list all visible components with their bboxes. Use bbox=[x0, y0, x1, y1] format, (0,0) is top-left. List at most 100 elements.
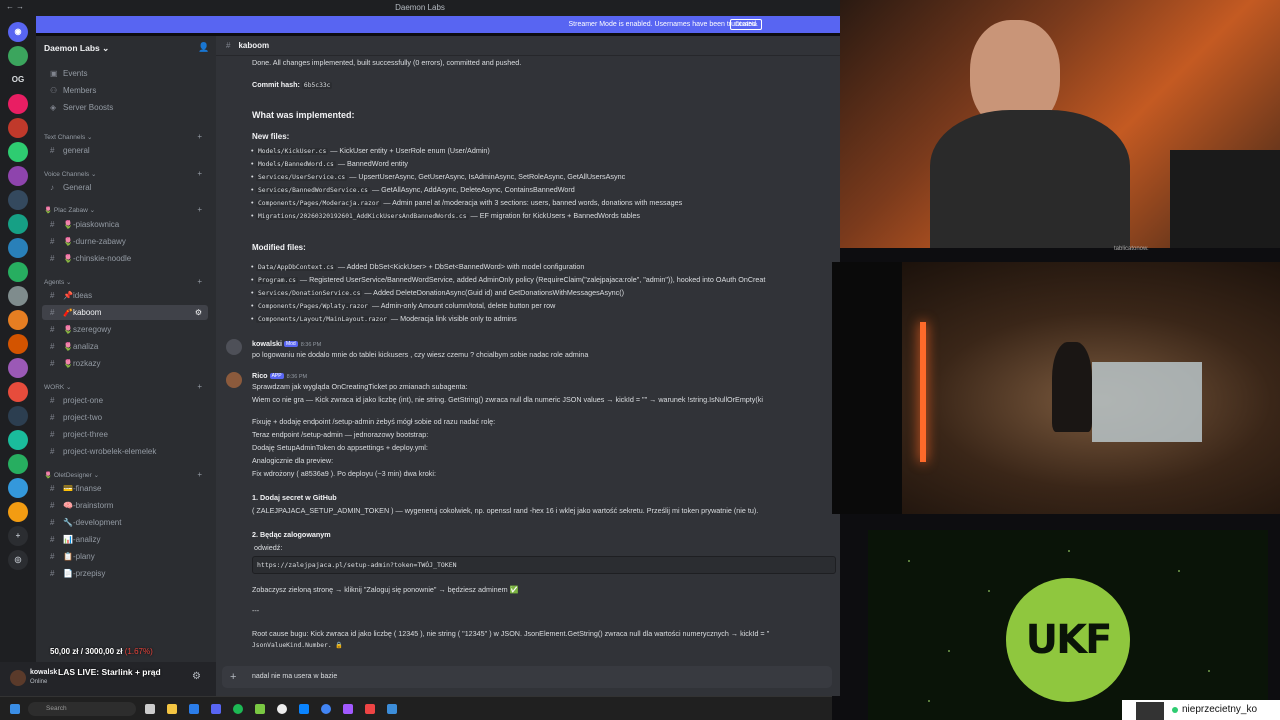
server-icon[interactable] bbox=[8, 118, 28, 138]
channel-project-two[interactable]: # project-two bbox=[42, 410, 208, 425]
channel-kaboom[interactable]: # 🧨kaboom ⚙ bbox=[42, 305, 208, 320]
task-view-icon[interactable] bbox=[145, 704, 155, 714]
avatar[interactable] bbox=[226, 372, 242, 388]
app-icon[interactable] bbox=[299, 704, 309, 714]
channel-project-three[interactable]: # project-three bbox=[42, 427, 208, 442]
code-block-url[interactable]: https://zalejpajaca.pl/setup-admin?token… bbox=[252, 556, 836, 574]
channel-rozkazy[interactable]: # 🌷rozkazy bbox=[42, 356, 208, 371]
door-frame bbox=[832, 262, 902, 514]
channel-finanse[interactable]: # 💳-finanse bbox=[42, 481, 208, 496]
add-channel-icon[interactable]: + bbox=[197, 470, 202, 479]
gear-icon[interactable]: ⚙ bbox=[195, 305, 202, 320]
add-channel-icon[interactable]: + bbox=[197, 277, 202, 286]
server-icon[interactable] bbox=[8, 430, 28, 450]
file-explorer-icon[interactable] bbox=[167, 704, 177, 714]
add-channel-icon[interactable]: + bbox=[197, 205, 202, 214]
channel-piaskownica[interactable]: # 🌷-piaskownica bbox=[42, 217, 208, 232]
windows-start-icon[interactable] bbox=[10, 704, 20, 714]
server-icon[interactable] bbox=[8, 478, 28, 498]
channel-general[interactable]: # general bbox=[42, 143, 208, 158]
vscode-icon[interactable] bbox=[387, 704, 397, 714]
category-oletdesigner[interactable]: 🌷 OletDesigner ⌄ + bbox=[44, 470, 208, 479]
server-name[interactable]: Daemon Labs ⌄ bbox=[44, 43, 109, 54]
server-icon[interactable] bbox=[8, 238, 28, 258]
category-text-channels[interactable]: Text Channels ⌄ + bbox=[44, 132, 208, 141]
plus-icon[interactable]: + bbox=[230, 666, 236, 688]
voice-channel-general[interactable]: ♪ General bbox=[42, 180, 208, 195]
category-agents[interactable]: Agents ⌄ + bbox=[44, 277, 208, 286]
channel-project-wrobelek[interactable]: # project-wrobelek-elemelek bbox=[42, 444, 208, 459]
composer: + nadal nie ma usera w bazie bbox=[216, 662, 840, 696]
channel-chinskie-noodle[interactable]: # 🌷-chinskie-noodle bbox=[42, 251, 208, 266]
server-icon[interactable] bbox=[8, 358, 28, 378]
server-icon[interactable] bbox=[8, 310, 28, 330]
chat-user-popup: nieprzecietny_ko bbox=[1122, 700, 1280, 720]
server-icon[interactable] bbox=[8, 262, 28, 282]
channel-durne-zabawy[interactable]: # 🌷-durne-zabawy bbox=[42, 234, 208, 249]
message-list[interactable]: Done. All changes implemented, built suc… bbox=[216, 56, 840, 662]
server-icon[interactable] bbox=[8, 94, 28, 114]
channel-project-one[interactable]: # project-one bbox=[42, 393, 208, 408]
channel-analiza[interactable]: # 🌷analiza bbox=[42, 339, 208, 354]
channel-ideas[interactable]: # 📌ideas bbox=[42, 288, 208, 303]
hash-icon: # bbox=[50, 569, 55, 578]
avatar[interactable] bbox=[226, 339, 242, 355]
app-icon[interactable] bbox=[365, 704, 375, 714]
server-icon[interactable] bbox=[8, 286, 28, 306]
message-text: ( ZALEJPAJACA_SETUP_ADMIN_TOKEN ) — wyge… bbox=[252, 506, 759, 515]
server-icon[interactable] bbox=[8, 334, 28, 354]
server-icon[interactable] bbox=[8, 142, 28, 162]
server-icon[interactable] bbox=[8, 46, 28, 66]
hash-icon: # bbox=[50, 359, 55, 368]
app-icon[interactable] bbox=[255, 704, 265, 714]
discord-icon[interactable] bbox=[211, 704, 221, 714]
server-list: ◉ OG + ◎ bbox=[0, 16, 36, 696]
discord-home-icon[interactable]: ◉ bbox=[8, 22, 28, 42]
taskbar-search[interactable]: Search bbox=[28, 702, 136, 716]
sidebar-item-members[interactable]: ⚇ Members bbox=[42, 83, 208, 98]
server-icon[interactable] bbox=[8, 406, 28, 426]
server-icon[interactable] bbox=[8, 454, 28, 474]
add-server-icon[interactable]: + bbox=[8, 526, 28, 546]
message-input[interactable]: + nadal nie ma usera w bazie bbox=[222, 666, 832, 688]
hash-icon: # bbox=[50, 484, 55, 493]
server-icon[interactable] bbox=[8, 214, 28, 234]
list-item: Services/DonationService.cs — Added Dele… bbox=[251, 288, 624, 297]
channel-przepisy[interactable]: # 📄-przepisy bbox=[42, 566, 208, 581]
message-text: Fix wdrożony ( a8536a9 ). Po deployu (~3… bbox=[252, 469, 436, 478]
hash-icon: # bbox=[50, 413, 55, 422]
sidebar-item-server-boosts[interactable]: ◈ Server Boosts bbox=[42, 100, 208, 115]
add-member-icon[interactable]: 👤 bbox=[198, 42, 209, 53]
server-icon[interactable] bbox=[8, 382, 28, 402]
add-channel-icon[interactable]: + bbox=[197, 132, 202, 141]
webcam-face bbox=[840, 0, 1280, 248]
category-plac-zabaw[interactable]: 🌷 Plac Zabaw ⌄ + bbox=[44, 205, 208, 214]
obs-icon[interactable] bbox=[277, 704, 287, 714]
channel-szeregowy[interactable]: # 🌷szeregowy bbox=[42, 322, 208, 337]
category-work[interactable]: WORK ⌄ + bbox=[44, 382, 208, 391]
music-visual: UKF bbox=[868, 530, 1268, 720]
server-icon[interactable] bbox=[8, 502, 28, 522]
channel-analizy[interactable]: # 📊-analizy bbox=[42, 532, 208, 547]
app-icon[interactable] bbox=[189, 704, 199, 714]
discover-icon[interactable]: ◎ bbox=[8, 550, 28, 570]
message-text: po logowaniu nie dodalo mnie do tablei k… bbox=[252, 350, 589, 359]
chrome-icon[interactable] bbox=[321, 704, 331, 714]
category-voice-channels[interactable]: Voice Channels ⌄ + bbox=[44, 169, 208, 178]
channel-development[interactable]: # 🔧-development bbox=[42, 515, 208, 530]
server-icon[interactable] bbox=[8, 190, 28, 210]
sidebar-item-events[interactable]: ▣ Events bbox=[42, 66, 208, 81]
server-icon[interactable] bbox=[8, 166, 28, 186]
add-channel-icon[interactable]: + bbox=[197, 169, 202, 178]
avatar[interactable] bbox=[10, 670, 26, 686]
app-icon[interactable] bbox=[343, 704, 353, 714]
list-item: Services/UserService.cs — UpsertUserAsyn… bbox=[251, 172, 625, 181]
server-icon-og[interactable]: OG bbox=[8, 70, 28, 90]
particle bbox=[1068, 550, 1070, 552]
channel-brainstorm[interactable]: # 🧠-brainstorm bbox=[42, 498, 208, 513]
add-channel-icon[interactable]: + bbox=[197, 382, 202, 391]
disable-button[interactable]: Disable bbox=[730, 19, 762, 30]
divider-text: --- bbox=[252, 606, 260, 615]
spotify-icon[interactable] bbox=[233, 704, 243, 714]
channel-plany[interactable]: # 📋-plany bbox=[42, 549, 208, 564]
